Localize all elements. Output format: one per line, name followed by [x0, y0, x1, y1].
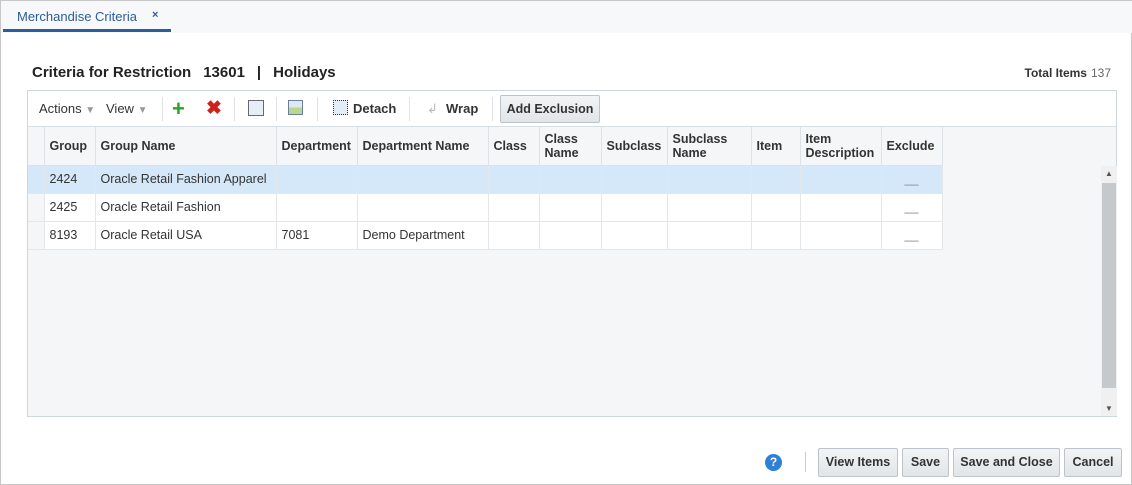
- row-header-corner: [28, 127, 45, 166]
- cell-exclude[interactable]: __: [881, 221, 943, 250]
- divider: [276, 97, 277, 121]
- column-header-group[interactable]: Group: [44, 127, 96, 166]
- divider: [492, 97, 493, 121]
- total-items-label: Total Items: [1024, 66, 1087, 80]
- cell-item-description: [800, 193, 882, 222]
- scroll-down-icon[interactable]: ▼: [1105, 404, 1113, 413]
- delete-icon[interactable]: ✖: [206, 97, 222, 120]
- divider: [409, 97, 410, 121]
- close-icon[interactable]: ×: [152, 9, 158, 21]
- cell-subclass: [601, 193, 668, 222]
- column-header-group-name[interactable]: Group Name: [95, 127, 277, 166]
- cell-class: [488, 165, 540, 194]
- cell-class-name: [539, 221, 602, 250]
- column-header-class[interactable]: Class: [488, 127, 540, 166]
- column-header-item-description[interactable]: Item Description: [800, 127, 882, 166]
- table-header-row: Group Group Name Department Department N…: [28, 127, 943, 166]
- cell-class-name: [539, 193, 602, 222]
- table-row[interactable]: 8193 Oracle Retail USA 7081 Demo Department…: [28, 221, 943, 250]
- total-items: Total Items 137: [1025, 66, 1112, 80]
- column-header-exclude[interactable]: Exclude: [881, 127, 943, 166]
- page-title: Criteria for Restriction 13601 | Holidays: [32, 64, 348, 81]
- cell-item: [751, 193, 801, 222]
- cell-item-description: [800, 221, 882, 250]
- chevron-down-icon: ▼: [85, 105, 96, 116]
- table-toolbar: Actions ▼ View ▼ + ✖ Detach ↲ Wrap Add E…: [28, 91, 1116, 127]
- save-button[interactable]: Save: [902, 448, 949, 477]
- cell-item: [751, 165, 801, 194]
- cell-class-name: [539, 165, 602, 194]
- divider: [805, 452, 806, 472]
- cell-department: [276, 193, 358, 222]
- help-icon[interactable]: ?: [765, 454, 782, 471]
- cell-subclass: [601, 165, 668, 194]
- detach-button[interactable]: Detach: [353, 101, 396, 116]
- cell-class: [488, 193, 540, 222]
- title-separator: |: [256, 64, 262, 81]
- row-header[interactable]: [28, 165, 45, 194]
- divider: [317, 97, 318, 121]
- cell-department-name: Demo Department: [357, 221, 489, 250]
- cell-class: [488, 221, 540, 250]
- scrollbar-thumb[interactable]: [1102, 183, 1116, 388]
- tab-merchandise-criteria[interactable]: Merchandise Criteria ×: [3, 1, 171, 32]
- cell-department: [276, 165, 358, 194]
- column-header-department-name[interactable]: Department Name: [357, 127, 489, 166]
- column-header-item[interactable]: Item: [751, 127, 801, 166]
- view-label: View: [106, 101, 134, 116]
- cell-subclass-name: [667, 193, 752, 222]
- restriction-id: 13601: [203, 64, 245, 81]
- divider: [162, 97, 163, 121]
- export-excel-icon[interactable]: [248, 100, 264, 116]
- wrap-button[interactable]: Wrap: [446, 101, 478, 116]
- actions-label: Actions: [39, 101, 82, 116]
- criteria-table-panel: Actions ▼ View ▼ + ✖ Detach ↲ Wrap Add E…: [27, 90, 1117, 417]
- detach-icon: [333, 100, 348, 115]
- column-header-subclass[interactable]: Subclass: [601, 127, 668, 166]
- cell-item-description: [800, 165, 882, 194]
- cell-exclude[interactable]: __: [881, 193, 943, 222]
- scroll-up-icon[interactable]: ▲: [1105, 169, 1113, 178]
- query-by-example-icon[interactable]: [288, 100, 303, 115]
- cell-exclude[interactable]: __: [881, 165, 943, 194]
- cell-group: 2425: [44, 193, 96, 222]
- chevron-down-icon: ▼: [137, 105, 148, 116]
- cell-group-name: Oracle Retail USA: [95, 221, 277, 250]
- actions-menu[interactable]: Actions ▼: [39, 101, 95, 116]
- total-items-value: 137: [1090, 66, 1111, 80]
- cell-department: 7081: [276, 221, 358, 250]
- cell-subclass: [601, 221, 668, 250]
- row-header[interactable]: [28, 193, 45, 222]
- criteria-table: Group Group Name Department Department N…: [28, 127, 943, 250]
- vertical-scrollbar[interactable]: ▲ ▼: [1101, 166, 1117, 416]
- cell-group-name: Oracle Retail Fashion Apparel: [95, 165, 277, 194]
- cell-item: [751, 221, 801, 250]
- cell-subclass-name: [667, 165, 752, 194]
- column-header-department[interactable]: Department: [276, 127, 358, 166]
- wrap-icon: ↲: [427, 101, 438, 116]
- row-header[interactable]: [28, 221, 45, 250]
- tab-label: Merchandise Criteria: [17, 9, 137, 24]
- cell-group-name: Oracle Retail Fashion: [95, 193, 277, 222]
- table-row[interactable]: 2425 Oracle Retail Fashion __: [28, 193, 943, 222]
- cell-group: 8193: [44, 221, 96, 250]
- restriction-name: Holidays: [273, 64, 336, 81]
- save-and-close-button[interactable]: Save and Close: [953, 448, 1060, 477]
- table-row[interactable]: 2424 Oracle Retail Fashion Apparel __: [28, 165, 943, 194]
- cell-department-name: [357, 165, 489, 194]
- divider: [234, 97, 235, 121]
- cell-department-name: [357, 193, 489, 222]
- view-menu[interactable]: View ▼: [106, 101, 147, 116]
- column-header-subclass-name[interactable]: Subclass Name: [667, 127, 752, 166]
- add-icon[interactable]: +: [172, 96, 185, 122]
- cell-subclass-name: [667, 221, 752, 250]
- cancel-button[interactable]: Cancel: [1064, 448, 1122, 477]
- cell-group: 2424: [44, 165, 96, 194]
- title-text: Criteria for Restriction: [32, 64, 192, 81]
- add-exclusion-button[interactable]: Add Exclusion: [500, 95, 600, 123]
- tab-bar: Merchandise Criteria ×: [1, 1, 1132, 33]
- view-items-button[interactable]: View Items: [818, 448, 898, 477]
- column-header-class-name[interactable]: Class Name: [539, 127, 602, 166]
